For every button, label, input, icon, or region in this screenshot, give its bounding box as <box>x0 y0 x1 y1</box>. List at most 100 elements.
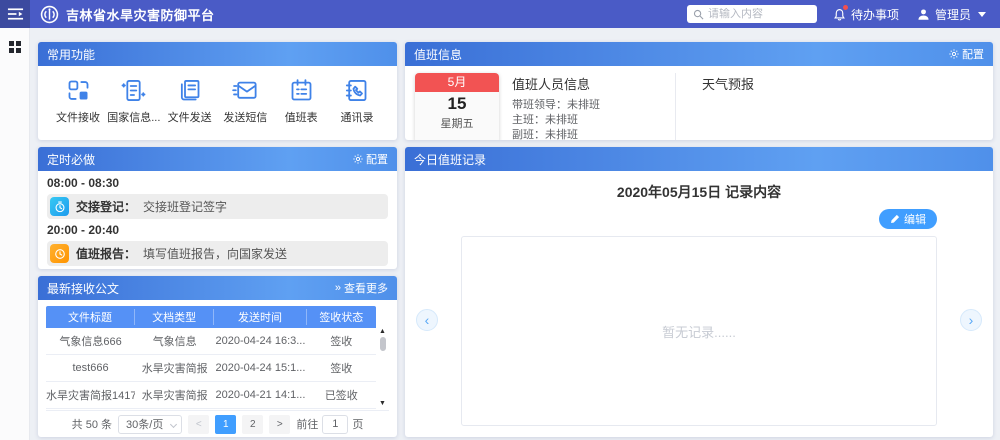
func-label: 值班表 <box>285 109 318 125</box>
edit-record-button[interactable]: 编辑 <box>879 209 937 229</box>
global-search <box>687 5 817 23</box>
page-2-button[interactable]: 2 <box>242 415 263 434</box>
search-input[interactable] <box>708 8 811 20</box>
user-menu[interactable]: 管理员 <box>917 6 986 23</box>
func-send-sms[interactable]: 发送短信 <box>219 77 271 125</box>
personnel-title: 值班人员信息 <box>512 74 662 93</box>
page-unit-label: 页 <box>352 416 363 432</box>
duty-record-header: 今日值班记录 <box>405 147 993 171</box>
apps-grid-icon[interactable] <box>9 41 21 53</box>
task-item-report[interactable]: 值班报告： 填写值班报告，向国家发送 <box>47 241 388 266</box>
sidebar-rail <box>0 28 30 440</box>
view-more-label: 查看更多 <box>344 280 388 296</box>
personnel-row: 主班：未排班 <box>512 113 662 128</box>
documents-table: 文件标题 文档类型 发送时间 签收状态 气象信息666 气象信息 2020-04… <box>46 306 376 410</box>
user-name: 管理员 <box>935 6 971 23</box>
doc-sign-link[interactable]: 签收 <box>307 333 376 349</box>
search-icon <box>693 9 704 20</box>
double-arrow-icon: » <box>335 282 341 294</box>
func-label: 文件接收 <box>56 109 100 125</box>
config-link[interactable]: 配置 <box>353 151 388 167</box>
gear-icon <box>353 154 363 164</box>
doc-type: 气象信息 <box>135 333 214 349</box>
doc-title-link[interactable]: test666 <box>46 362 135 374</box>
goto-page-input[interactable] <box>322 415 348 434</box>
scroll-up-icon[interactable]: ▲ <box>379 328 386 335</box>
doc-time: 2020-04-21 14:1... <box>214 389 306 401</box>
page-size-value: 30条/页 <box>126 416 163 432</box>
func-contacts[interactable]: 通讯录 <box>331 77 383 125</box>
report-clock-icon <box>50 244 69 263</box>
scheduled-tasks-header: 定时必做 配置 <box>38 147 397 171</box>
task-desc: 交接班登记签字 <box>143 198 227 215</box>
page-1-button[interactable]: 1 <box>215 415 236 434</box>
carousel-next-button[interactable]: › <box>960 309 982 331</box>
notifications-button[interactable] <box>833 7 846 22</box>
config-label: 配置 <box>962 46 984 62</box>
duty-schedule-icon <box>288 77 315 104</box>
func-file-receive[interactable]: 文件接收 <box>52 77 104 125</box>
personnel-row: 带班领导：未排班 <box>512 98 662 113</box>
func-label: 文件发送 <box>168 109 212 125</box>
task-desc: 填写值班报告，向国家发送 <box>143 245 287 262</box>
panel-title: 定时必做 <box>47 151 95 168</box>
national-info-icon <box>120 77 147 104</box>
task-name: 值班报告： <box>76 245 136 262</box>
notification-dot <box>843 5 848 10</box>
task-time: 20:00 - 20:40 <box>47 223 388 237</box>
weather-section: 天气预报 <box>689 73 983 140</box>
chevron-right-icon: › <box>969 313 974 327</box>
carousel-prev-button[interactable]: ‹ <box>416 309 438 331</box>
func-label: 通讯录 <box>340 109 373 125</box>
table-row[interactable]: 水旱灾害简报1417 水旱灾害简报 2020-04-21 14:1... 已签收 <box>46 382 376 409</box>
doc-title-link[interactable]: 水旱灾害简报1417 <box>46 387 135 403</box>
todo-items-link[interactable]: 待办事项 <box>851 6 899 23</box>
weather-title: 天气预报 <box>702 74 983 93</box>
file-receive-icon <box>65 77 92 104</box>
config-link[interactable]: 配置 <box>949 46 984 62</box>
calendar-day: 15 <box>415 94 499 114</box>
empty-record-text: 暂无记录...... <box>662 322 736 341</box>
col-header: 文件标题 <box>46 309 135 325</box>
duty-personnel: 值班人员信息 带班领导：未排班 主班：未排班 副班：未排班 <box>512 73 662 140</box>
table-row[interactable]: test666 水旱灾害简报 2020-04-24 15:1... 签收 <box>46 355 376 382</box>
prev-page-button[interactable]: < <box>188 415 209 434</box>
calendar-month: 5月 <box>415 73 499 92</box>
task-item-handover[interactable]: 交接登记： 交接班登记签字 <box>47 194 388 219</box>
task-name: 交接登记： <box>76 198 136 215</box>
panel-duty-record: 今日值班记录 2020年05月15日 记录内容 编辑 暂无记录...... <box>405 147 993 437</box>
func-label: 发送短信 <box>223 109 267 125</box>
next-page-button[interactable]: > <box>269 415 290 434</box>
scrollbar-thumb[interactable] <box>380 337 386 351</box>
edit-label: 编辑 <box>904 211 926 227</box>
record-date-title: 2020年05月15日 记录内容 <box>417 182 981 202</box>
doc-sign-status: 已签收 <box>307 387 376 403</box>
chevron-down-icon <box>978 12 986 17</box>
doc-title-link[interactable]: 气象信息666 <box>46 333 135 349</box>
chevron-down-icon <box>170 420 177 427</box>
table-row[interactable]: 气象信息666 气象信息 2020-04-24 16:3... 签收 <box>46 328 376 355</box>
latest-documents-header: 最新接收公文 » 查看更多 <box>38 276 397 300</box>
calendar-weekday: 星期五 <box>415 115 499 131</box>
panel-title: 今日值班记录 <box>414 151 486 168</box>
doc-time: 2020-04-24 15:1... <box>214 362 306 374</box>
doc-sign-link[interactable]: 签收 <box>307 360 376 376</box>
goto-label: 前往 <box>296 416 318 432</box>
view-more-link[interactable]: » 查看更多 <box>335 280 388 296</box>
func-national-info[interactable]: 国家信息... <box>108 77 160 125</box>
calendar-card: 5月 15 星期五 <box>415 73 499 140</box>
app-header: 吉林省水旱灾害防御平台 待办事项 管理员 <box>0 0 1000 28</box>
vertical-divider <box>675 73 676 140</box>
record-content-box: 暂无记录...... <box>461 236 937 426</box>
menu-collapse-button[interactable] <box>0 0 30 28</box>
scroll-down-icon[interactable]: ▼ <box>379 400 386 407</box>
table-scrollbar[interactable]: ▲ ▼ <box>376 328 389 410</box>
gear-icon <box>949 49 959 59</box>
page-title: 吉林省水旱灾害防御平台 <box>66 5 215 24</box>
panel-latest-documents: 最新接收公文 » 查看更多 文件标题 文档类型 发送时间 签收状态 <box>38 276 397 437</box>
doc-type: 水旱灾害简报 <box>135 360 214 376</box>
user-icon <box>917 8 930 21</box>
func-duty-schedule[interactable]: 值班表 <box>275 77 327 125</box>
page-size-select[interactable]: 30条/页 <box>118 415 182 434</box>
func-file-send[interactable]: 文件发送 <box>164 77 216 125</box>
